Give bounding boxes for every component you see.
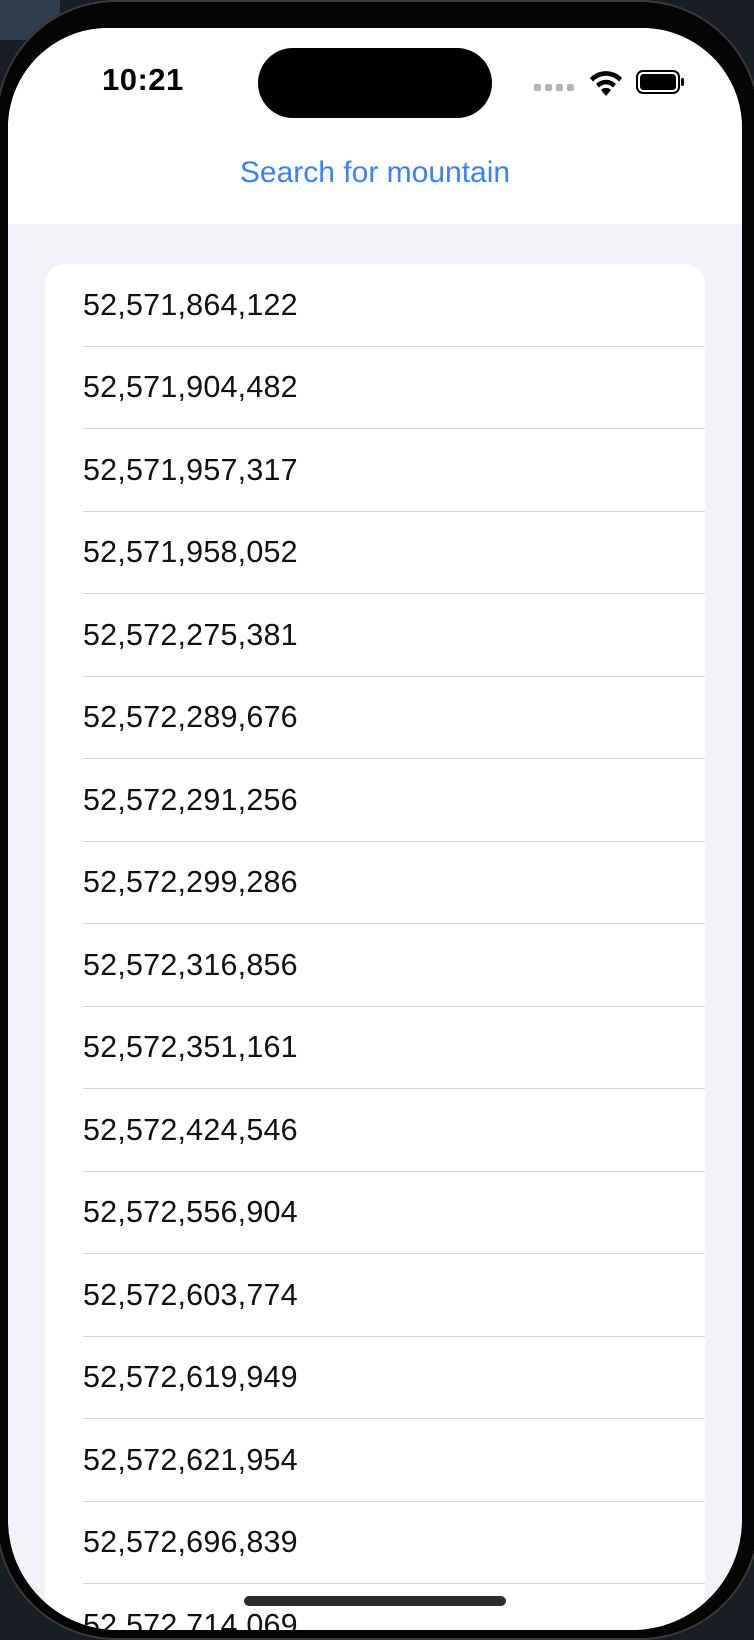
list-item-label: 52,572,291,256 bbox=[83, 782, 298, 817]
list-item[interactable]: 52,572,316,856 bbox=[45, 924, 705, 1007]
list-item[interactable]: 52,572,289,676 bbox=[45, 677, 705, 759]
list-item-label: 52,572,556,904 bbox=[83, 1195, 298, 1230]
home-indicator[interactable] bbox=[244, 1596, 506, 1606]
list-item-label: 52,571,958,052 bbox=[83, 535, 298, 570]
list-item[interactable]: 52,572,621,954 bbox=[45, 1419, 705, 1502]
list-item[interactable]: 52,572,714,069 bbox=[45, 1584, 705, 1630]
list-item[interactable]: 52,572,351,161 bbox=[45, 1007, 705, 1089]
list-item-label: 52,572,289,676 bbox=[83, 700, 298, 735]
navigation-bar: Search for mountain bbox=[8, 128, 742, 224]
battery-icon bbox=[636, 70, 684, 94]
list-item-label: 52,572,619,949 bbox=[83, 1360, 298, 1395]
results-list: 52,571,864,122 52,571,904,482 52,571,957… bbox=[45, 264, 705, 1630]
list-item-label: 52,572,714,069 bbox=[83, 1607, 298, 1630]
list-item-label: 52,572,696,839 bbox=[83, 1525, 298, 1560]
wifi-icon bbox=[590, 71, 622, 96]
list-item-label: 52,572,275,381 bbox=[83, 617, 298, 652]
list-item-label: 52,572,299,286 bbox=[83, 865, 298, 900]
list-item-label: 52,572,424,546 bbox=[83, 1112, 298, 1147]
list-item[interactable]: 52,572,291,256 bbox=[45, 759, 705, 842]
list-item-label: 52,572,351,161 bbox=[83, 1030, 298, 1065]
list-item-label: 52,572,603,774 bbox=[83, 1277, 298, 1312]
list-item[interactable]: 52,572,603,774 bbox=[45, 1254, 705, 1337]
list-item[interactable]: 52,571,864,122 bbox=[45, 264, 705, 347]
list-item-label: 52,571,957,317 bbox=[83, 452, 298, 487]
list-item[interactable]: 52,571,958,052 bbox=[45, 512, 705, 594]
dynamic-island bbox=[258, 48, 492, 118]
cellular-signal-icon bbox=[534, 84, 574, 91]
list-item[interactable]: 52,571,957,317 bbox=[45, 429, 705, 512]
search-for-mountain-link[interactable]: Search for mountain bbox=[8, 156, 742, 190]
list-item-label: 52,572,621,954 bbox=[83, 1442, 298, 1477]
list-item[interactable]: 52,572,619,949 bbox=[45, 1337, 705, 1419]
status-bar: 10:21 bbox=[8, 28, 742, 128]
list-item-label: 52,572,316,856 bbox=[83, 947, 298, 982]
list-item[interactable]: 52,572,424,546 bbox=[45, 1089, 705, 1172]
list-item[interactable]: 52,572,275,381 bbox=[45, 594, 705, 677]
phone-screen: 10:21 Search for mountain 52,571,864,122… bbox=[8, 28, 742, 1630]
list-item-label: 52,571,904,482 bbox=[83, 370, 298, 405]
list-item-label: 52,571,864,122 bbox=[83, 287, 298, 322]
list-item[interactable]: 52,572,556,904 bbox=[45, 1172, 705, 1254]
list-item[interactable]: 52,571,904,482 bbox=[45, 347, 705, 429]
phone-frame: 10:21 Search for mountain 52,571,864,122… bbox=[0, 0, 754, 1640]
list-item[interactable]: 52,572,696,839 bbox=[45, 1502, 705, 1584]
status-time: 10:21 bbox=[102, 62, 184, 97]
list-item[interactable]: 52,572,299,286 bbox=[45, 842, 705, 924]
